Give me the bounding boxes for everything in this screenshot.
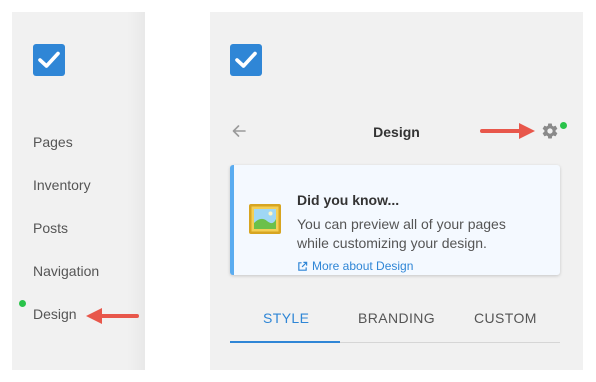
sidebar-item-design[interactable]: Design [33,306,77,322]
red-arrow-icon [480,123,535,139]
design-status-dot [19,300,26,307]
sidebar-item-inventory[interactable]: Inventory [33,177,91,193]
checkbox-logo-icon[interactable] [230,44,262,76]
more-about-design-label: More about Design [312,259,414,273]
checkbox-logo-icon[interactable] [33,44,65,76]
info-card: Did you know... You can preview all of y… [230,165,560,275]
red-arrow-icon [86,308,139,324]
tab-custom[interactable]: CUSTOM [474,310,537,326]
design-panel: Design Did you know... You can preview a… [210,12,583,370]
info-card-title: Did you know... [297,192,400,208]
sidebar-item-navigation[interactable]: Navigation [33,263,99,279]
external-link-icon [298,261,308,271]
screenshot-canvas: Pages Inventory Posts Navigation Design … [0,0,596,382]
sidebar-item-pages[interactable]: Pages [33,134,73,150]
gear-icon[interactable] [541,122,559,140]
more-about-design-link[interactable]: More about Design [297,259,413,273]
tab-style[interactable]: STYLE [263,310,309,326]
sidebar-item-posts[interactable]: Posts [33,220,68,236]
tab-branding[interactable]: BRANDING [358,310,435,326]
settings-status-dot [560,122,567,129]
active-tab-indicator [230,341,340,343]
info-card-body: You can preview all of your pages while … [297,216,506,251]
picture-icon [249,204,281,234]
